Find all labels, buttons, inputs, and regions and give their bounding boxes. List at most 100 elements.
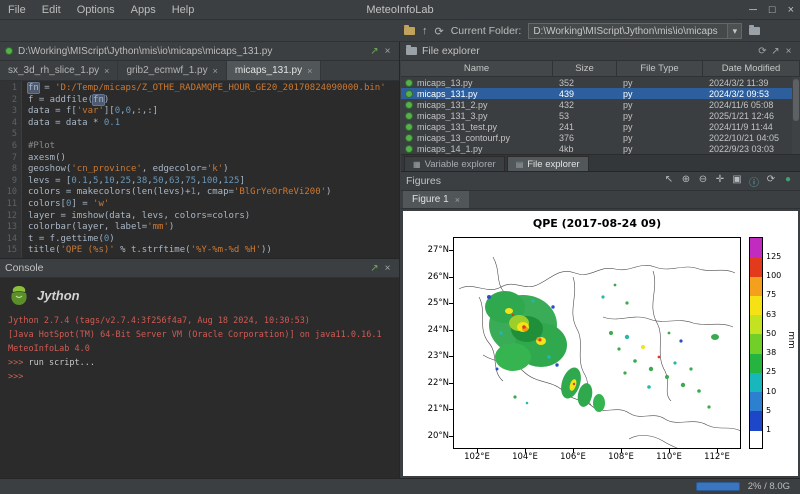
tick-mark — [525, 449, 526, 453]
file-date: 2024/3/2 11:39 — [703, 78, 800, 88]
rotate-icon[interactable]: ⟳ — [764, 174, 778, 189]
code-line: geoshow('cn_province', edgecolor='k') — [28, 164, 399, 176]
file-size: 4kb — [553, 144, 617, 154]
close-button[interactable]: × — [788, 4, 794, 16]
minimize-button[interactable]: ─ — [749, 4, 757, 16]
line-number: 1 — [0, 83, 17, 95]
table-icon: ▦ — [413, 160, 421, 169]
menu-edit[interactable]: Edit — [34, 4, 69, 16]
figures-toolbar: ↖⊕⊖✛▣ⓘ⟳● — [662, 174, 795, 189]
x-tick-label: 106°E — [553, 452, 593, 462]
code-editor[interactable]: 123456789101112131415 fn = 'D:/Temp/mica… — [0, 81, 399, 258]
colorbar-label: 50 — [766, 329, 790, 338]
python-file-icon — [405, 101, 413, 109]
zoom-in-icon[interactable]: ⊕ — [679, 174, 693, 189]
file-name: micaps_131_test.py — [417, 122, 497, 132]
menu-apps[interactable]: Apps — [123, 4, 164, 16]
editor-tab[interactable]: sx_3d_rh_slice_1.py× — [0, 61, 118, 80]
globe-icon[interactable]: ● — [781, 174, 795, 189]
refresh-icon[interactable]: ⟳ — [435, 25, 444, 38]
colorbar-label: 38 — [766, 348, 790, 357]
menu-help[interactable]: Help — [164, 4, 203, 16]
zoom-out-icon[interactable]: ⊖ — [696, 174, 710, 189]
browse-folder-icon[interactable] — [749, 27, 760, 35]
column-header-date-modified[interactable]: Date Modified — [703, 61, 800, 76]
file-explorer-header: File explorer ⟳↗× — [401, 42, 800, 61]
file-row[interactable]: micaps_13_contourf.py376py2022/10/21 04:… — [401, 132, 800, 143]
tab-variable-explorer[interactable]: ▦ Variable explorer — [404, 156, 505, 171]
console-prompt-line: >>> — [8, 370, 391, 384]
editor-tab[interactable]: grib2_ecmwf_1.py× — [118, 61, 226, 80]
float-icon[interactable]: ↗ — [368, 263, 381, 274]
line-number: 5 — [0, 129, 17, 141]
tab-label: Variable explorer — [425, 159, 496, 170]
close-icon[interactable]: × — [213, 66, 218, 76]
explorer-tab-bar: ▦ Variable explorer ▤File explorer — [401, 154, 800, 171]
close-icon[interactable]: × — [381, 263, 394, 274]
colorbar-label: 10 — [766, 387, 790, 396]
column-header-size[interactable]: Size — [553, 61, 617, 76]
pan-icon[interactable]: ✛ — [713, 174, 727, 189]
menu-options[interactable]: Options — [69, 4, 123, 16]
tick-mark — [669, 449, 670, 453]
file-row[interactable]: micaps_14_1.py4kbpy2022/9/23 03:03 — [401, 143, 800, 154]
colorbar-segment — [750, 257, 762, 276]
figure-canvas[interactable]: QPE (2017-08-24 09) — [403, 211, 798, 476]
colorbar-label: 125 — [766, 252, 790, 261]
close-icon[interactable]: × — [104, 66, 109, 76]
float-icon[interactable]: ↗ — [769, 46, 782, 57]
file-type: py — [617, 122, 703, 132]
code-line: levs = [0.1,5,10,25,38,50,63,75,100,125] — [28, 176, 399, 188]
select-arrow-icon[interactable]: ↖ — [662, 174, 676, 189]
tick-mark — [449, 277, 453, 278]
colorbar-segment — [750, 296, 762, 315]
column-header-name[interactable]: Name — [401, 61, 553, 76]
file-name-cell: micaps_131_3.py — [401, 111, 553, 121]
colorbar-segment — [750, 334, 762, 353]
editor-tab[interactable]: micaps_131.py× — [227, 61, 322, 80]
identify-icon[interactable]: ⓘ — [747, 174, 761, 189]
line-number: 13 — [0, 222, 17, 234]
close-icon[interactable]: × — [455, 195, 460, 205]
full-extent-icon[interactable]: ▣ — [730, 174, 744, 189]
menu-list: FileEditOptionsAppsHelp — [0, 4, 202, 16]
tick-mark — [449, 356, 453, 357]
python-file-icon — [405, 145, 413, 153]
file-row[interactable]: micaps_13.py352py2024/3/2 11:39 — [401, 77, 800, 88]
file-row[interactable]: micaps_131_test.py241py2024/11/9 11:44 — [401, 121, 800, 132]
console-body[interactable]: Jython Jython 2.7.4 (tags/v2.7.4:3f256f4… — [0, 278, 399, 478]
file-size: 241 — [553, 122, 617, 132]
maximize-button[interactable]: □ — [769, 4, 776, 16]
close-icon[interactable]: × — [381, 46, 394, 57]
open-folder-icon[interactable] — [404, 27, 415, 35]
tab-file-explorer[interactable]: ▤File explorer — [507, 156, 589, 171]
meteoinfolab-window: FileEditOptionsAppsHelp MeteoInfoLab ─ □… — [0, 0, 800, 494]
menu-file[interactable]: File — [0, 4, 34, 16]
tab-figure-1[interactable]: Figure 1 × — [403, 191, 469, 208]
file-row[interactable]: micaps_131_2.py432py2024/11/6 05:08 — [401, 99, 800, 110]
file-row[interactable]: micaps_131_3.py53py2025/1/21 12:46 — [401, 110, 800, 121]
colorbar-segment — [750, 431, 762, 449]
file-type: py — [617, 111, 703, 121]
scrollbar-thumb[interactable] — [793, 79, 799, 121]
tick-mark — [573, 449, 574, 453]
x-tick-label: 110°E — [649, 452, 689, 462]
up-one-level-icon[interactable]: ↑ — [422, 25, 428, 37]
file-row[interactable]: micaps_131.py439py2024/3/2 09:53 — [401, 88, 800, 99]
colorbar-label: 100 — [766, 271, 790, 280]
float-icon[interactable]: ↗ — [368, 46, 381, 57]
file-name-cell: micaps_131.py — [401, 89, 553, 99]
code-line: colors = makecolors(len(levs)+1, cmap='B… — [28, 187, 399, 199]
file-table-body: micaps_13.py352py2024/3/2 11:39micaps_13… — [401, 77, 800, 154]
python-file-icon — [405, 134, 413, 142]
close-icon[interactable]: × — [782, 46, 795, 57]
scrollbar[interactable] — [792, 77, 800, 154]
y-tick-label: 26°N — [419, 272, 449, 282]
refresh-icon[interactable]: ⟳ — [756, 46, 769, 57]
y-tick-label: 22°N — [419, 378, 449, 388]
current-folder-combobox[interactable]: D:\Working\MIScript\Jython\mis\io\micaps… — [528, 23, 742, 39]
close-icon[interactable]: × — [307, 66, 312, 76]
chevron-down-icon[interactable]: ▾ — [727, 24, 741, 38]
memory-progress-bar — [696, 482, 740, 491]
column-header-file-type[interactable]: File Type — [617, 61, 703, 76]
